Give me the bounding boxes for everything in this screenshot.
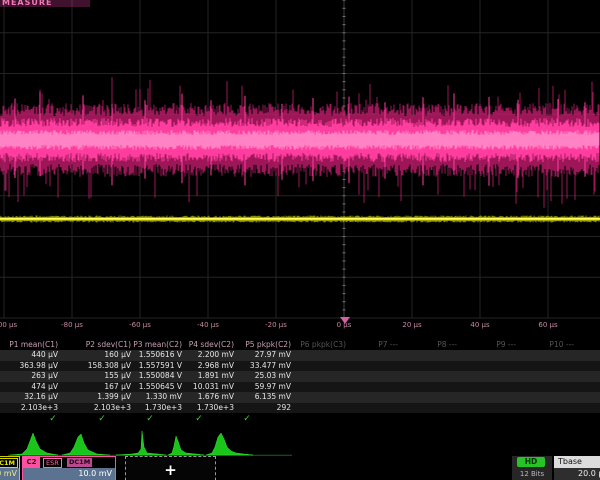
histicon[interactable]: [168, 436, 204, 455]
c2-channel-label: C2: [23, 457, 40, 468]
c2-coupling-badge: DC1M: [67, 458, 92, 467]
hd-mode-badge: HD: [517, 457, 545, 467]
resolution-bits-label: 12 Bits: [512, 469, 552, 479]
histicon[interactable]: [10, 433, 58, 455]
add-trace-box[interactable]: +: [125, 456, 216, 480]
timebase-title: Tbase: [554, 456, 600, 468]
c2-vertical-scale: 10.0 mV: [23, 468, 115, 480]
channel-c2-descriptor-box[interactable]: C2 ESR DC1M 10.0 mV: [22, 456, 116, 480]
histicon[interactable]: [206, 433, 253, 455]
c1-coupling-badge: DC1M: [0, 458, 18, 468]
histicon[interactable]: [62, 434, 110, 455]
plus-icon: +: [126, 461, 215, 479]
c1-vertical-scale: 10.0 mV: [0, 468, 19, 480]
acquisition-mode-box[interactable]: HD 12 Bits: [512, 456, 552, 480]
channel-c1-descriptor-box[interactable]: DC1M 10.0 mV: [0, 456, 20, 480]
histicon[interactable]: [116, 431, 166, 455]
timebase-descriptor-box[interactable]: Tbase 20.0 µs: [554, 456, 600, 480]
oscilloscope-screen: MEASURE -100 µs-80 µs-60 µs-40 µs-20 µs0…: [0, 0, 600, 480]
timebase-value: 20.0 µs: [554, 468, 600, 480]
c2-esr-badge: ESR: [43, 458, 62, 468]
measurement-histicons[interactable]: [0, 0, 600, 480]
